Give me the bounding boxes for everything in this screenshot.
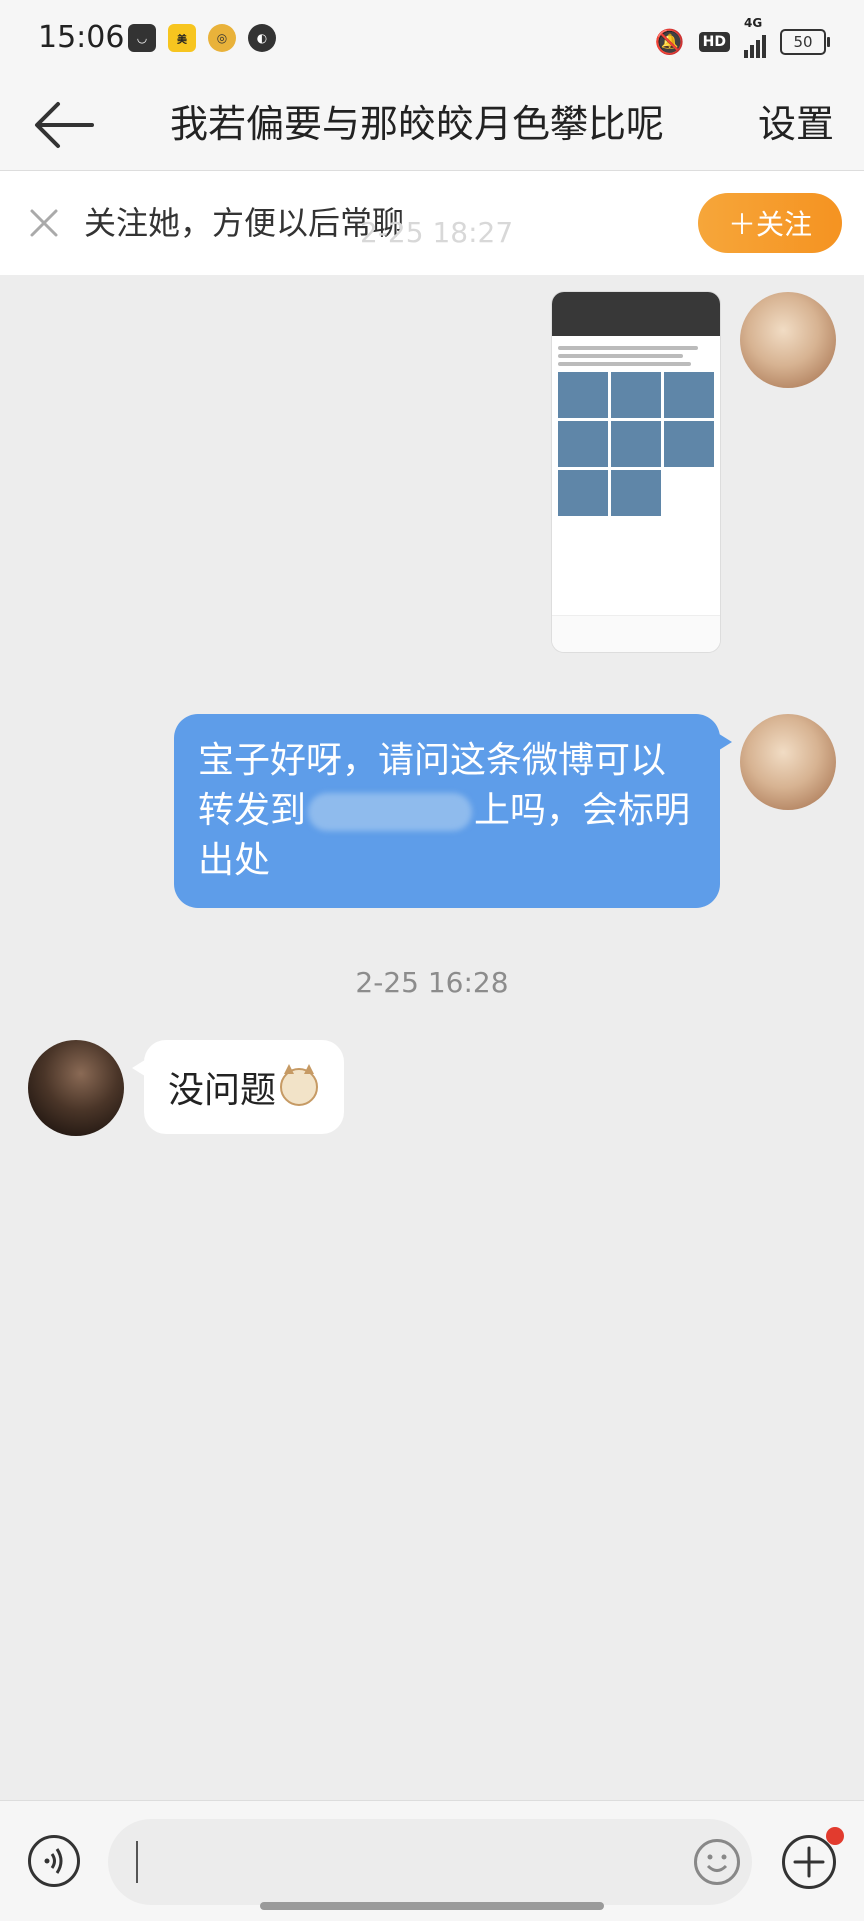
smile-icon xyxy=(706,1854,728,1872)
redacted-text xyxy=(308,793,473,831)
text-caret xyxy=(136,1841,138,1883)
emoji-button[interactable] xyxy=(694,1839,740,1885)
voice-icon xyxy=(44,1848,63,1874)
my-avatar[interactable] xyxy=(740,714,836,810)
image-message[interactable] xyxy=(552,292,720,652)
chat-header: 我若偏要与那皎皎月色攀比呢 设置 xyxy=(0,80,864,171)
status-app-icons: ◡ 美 ◎ ◐ xyxy=(128,24,276,52)
battery-icon: 50 xyxy=(780,29,830,55)
notification-dot xyxy=(826,1827,844,1845)
my-text-message[interactable]: 宝子好呀，请问这条微博可以转发到 上吗，会标明出处 xyxy=(174,714,732,908)
contact-avatar[interactable] xyxy=(28,1040,124,1136)
thumbnail-footer xyxy=(552,615,720,652)
thumbnail-header xyxy=(552,292,720,336)
more-button[interactable] xyxy=(782,1835,836,1889)
status-bar: 15:06 ◡ 美 ◎ ◐ 🔕 HD 4G 50 xyxy=(0,0,864,80)
gold-coin-icon: ◎ xyxy=(208,24,236,52)
home-indicator[interactable] xyxy=(260,1902,604,1910)
close-icon xyxy=(30,209,58,237)
contact-text-message[interactable]: 没问题 xyxy=(131,1040,345,1134)
follow-tip: 关注她，方便以后常聊 xyxy=(84,204,405,242)
back-arrow-icon xyxy=(35,102,94,148)
network-label: 4G xyxy=(744,16,763,30)
bell-off-icon: 🔕 xyxy=(654,28,685,56)
follow-button[interactable]: ＋关注 xyxy=(698,193,842,253)
status-time: 15:06 xyxy=(38,20,125,55)
message-input[interactable] xyxy=(108,1819,752,1905)
signal-icon: 4G xyxy=(744,16,766,58)
thumbnail-content xyxy=(552,336,720,522)
plus-icon xyxy=(793,1846,825,1878)
settings-button[interactable]: 设置 xyxy=(758,92,834,156)
chat-title: 我若偏要与那皎皎月色攀比呢 xyxy=(169,102,664,146)
my-avatar[interactable] xyxy=(740,292,836,388)
close-banner-button[interactable] xyxy=(24,203,64,243)
voice-input-button[interactable] xyxy=(28,1835,80,1887)
back-button[interactable] xyxy=(32,98,96,152)
timestamp: 2-25 16:28 xyxy=(355,966,509,999)
cat-emoji-icon xyxy=(280,1064,319,1106)
message-text: 没问题 xyxy=(168,1070,277,1111)
bag-icon: ◡ xyxy=(128,24,156,52)
faded-timestamp: 2-25 18:27 xyxy=(360,216,514,249)
meituan-icon: 美 xyxy=(168,24,196,52)
compass-icon: ◐ xyxy=(248,24,276,52)
hd-badge: HD xyxy=(698,32,730,52)
status-right: 🔕 HD 4G 50 xyxy=(654,16,830,58)
